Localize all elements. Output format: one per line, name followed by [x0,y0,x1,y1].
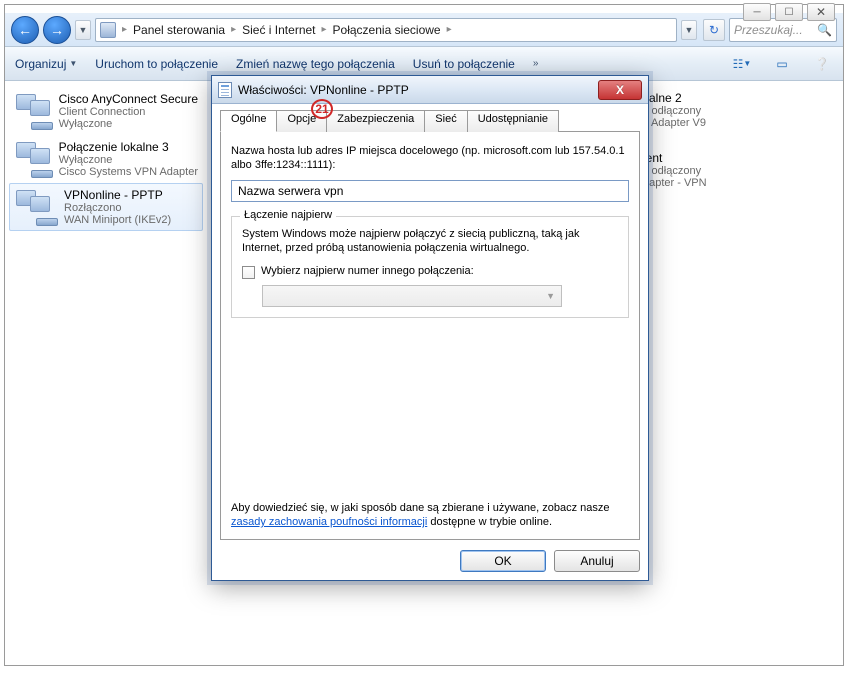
dialog-close-button[interactable]: X [598,80,642,100]
host-input[interactable] [231,180,629,202]
connection-item[interactable]: Cisco AnyConnect Secure Client Connectio… [9,87,203,135]
dialog-titlebar: Właściwości: VPNonline - PPTP X [212,76,648,104]
dial-first-checkbox[interactable] [242,266,255,279]
privacy-link[interactable]: zasady zachowania poufności informacji [231,516,427,528]
address-dropdown-button[interactable]: ▼ [681,20,697,40]
connection-icon [14,140,53,178]
connection-name: VPNonline - PPTP [64,188,171,202]
tab-network[interactable]: Sieć [424,110,467,132]
connection-status: y odłączony [643,105,843,117]
connection-name: Połączenie lokalne 3 [59,140,198,154]
connection-icon [14,188,58,226]
dial-first-select[interactable]: ▼ [262,285,562,307]
chevron-right-icon: ▸ [322,24,327,35]
delete-connection-button[interactable]: Usuń to połączenie [413,57,515,71]
search-input[interactable]: Przeszukaj... 🔍 [729,18,837,42]
group-title: Łączenie najpierw [240,209,336,221]
minimize-button[interactable]: ─ [743,3,771,21]
back-button[interactable]: ← [11,16,39,44]
dialog-icon [218,82,232,98]
tab-general[interactable]: Ogólne [220,110,277,132]
recent-locations-button[interactable]: ▼ [75,20,91,40]
tab-panel-general: Nazwa hosta lub adres IP miejsca docelow… [220,131,640,540]
connection-item[interactable]: ient y odłączony dapter - VPN [643,151,843,189]
breadcrumb-item[interactable]: Połączenia sieciowe [333,23,441,37]
connection-item[interactable]: VPNonline - PPTP Rozłączono WAN Miniport… [9,183,203,231]
explorer-window: ─ ☐ ✕ ← → ▼ ▸ Panel sterowania ▸ Sieć i … [4,4,844,666]
search-icon: 🔍 [817,23,832,37]
organize-menu[interactable]: Organizuj▼ [15,57,77,71]
maximize-button[interactable]: ☐ [775,3,803,21]
more-commands-chevron[interactable]: » [533,58,539,69]
location-icon [100,22,116,38]
connection-status: y odłączony [643,165,843,177]
chevron-right-icon: ▸ [447,24,452,35]
host-label: Nazwa hosta lub adres IP miejsca docelow… [231,144,629,172]
chevron-right-icon: ▸ [122,24,127,35]
connection-device: s Adapter V9 [643,117,843,129]
dialog-buttons: OK Anuluj [220,550,640,572]
forward-button[interactable]: → [43,16,71,44]
connection-device: WAN Miniport (IKEv2) [64,214,171,226]
connection-status: Wyłączone [59,154,198,166]
tab-sharing[interactable]: Udostępnianie [467,110,559,132]
connections-right-column: kalne 2 y odłączony s Adapter V9 ient y … [643,81,843,665]
window-controls: ─ ☐ ✕ [743,3,835,21]
privacy-note: Aby dowiedzieć się, w jaki sposób dane s… [231,501,629,529]
connection-status: Client Connection [59,106,198,118]
connection-device: Cisco Systems VPN Adapter [59,166,198,178]
navigation-bar: ← → ▼ ▸ Panel sterowania ▸ Sieć i Intern… [5,13,843,47]
step-marker: 21 [311,99,333,119]
connection-item[interactable]: Połączenie lokalne 3 Wyłączone Cisco Sys… [9,135,203,183]
change-view-button[interactable]: ☷ ▼ [731,53,753,75]
breadcrumb-item[interactable]: Sieć i Internet [242,23,315,37]
connection-name: kalne 2 [643,91,843,105]
dial-first-checkbox-label: Wybierz najpierw numer innego połączenia… [261,265,474,277]
breadcrumb-item[interactable]: Panel sterowania [133,23,225,37]
rename-connection-button[interactable]: Zmień nazwę tego połączenia [236,57,395,71]
chevron-right-icon: ▸ [231,24,236,35]
preview-pane-button[interactable]: ▭ [771,53,793,75]
connection-icon [14,92,53,130]
connection-device: dapter - VPN [643,177,843,189]
search-placeholder: Przeszukaj... [734,23,803,37]
start-connection-button[interactable]: Uruchom to połączenie [95,57,218,71]
tab-security[interactable]: Zabezpieczenia [326,110,425,132]
connection-status: Rozłączono [64,202,171,214]
ok-button[interactable]: OK [460,550,546,572]
dialog-tabs: Ogólne Opcje Zabezpieczenia Sieć Udostęp… [220,110,640,132]
connection-name: Cisco AnyConnect Secure [59,92,198,106]
address-bar[interactable]: ▸ Panel sterowania ▸ Sieć i Internet ▸ P… [95,18,677,42]
connection-name: ient [643,151,843,165]
help-button[interactable]: ❔ [811,53,833,75]
dialog-title: Właściwości: VPNonline - PPTP [238,83,409,97]
cancel-button[interactable]: Anuluj [554,550,640,572]
close-button[interactable]: ✕ [807,3,835,21]
connection-device: Wyłączone [59,118,198,130]
group-description: System Windows może najpierw połączyć z … [242,227,618,255]
connections-list: Cisco AnyConnect Secure Client Connectio… [5,81,203,665]
properties-dialog: Właściwości: VPNonline - PPTP X Ogólne O… [211,75,649,581]
dial-first-group: Łączenie najpierw System Windows może na… [231,216,629,318]
refresh-button[interactable]: ↻ [703,19,725,41]
connection-item[interactable]: kalne 2 y odłączony s Adapter V9 [643,91,843,129]
